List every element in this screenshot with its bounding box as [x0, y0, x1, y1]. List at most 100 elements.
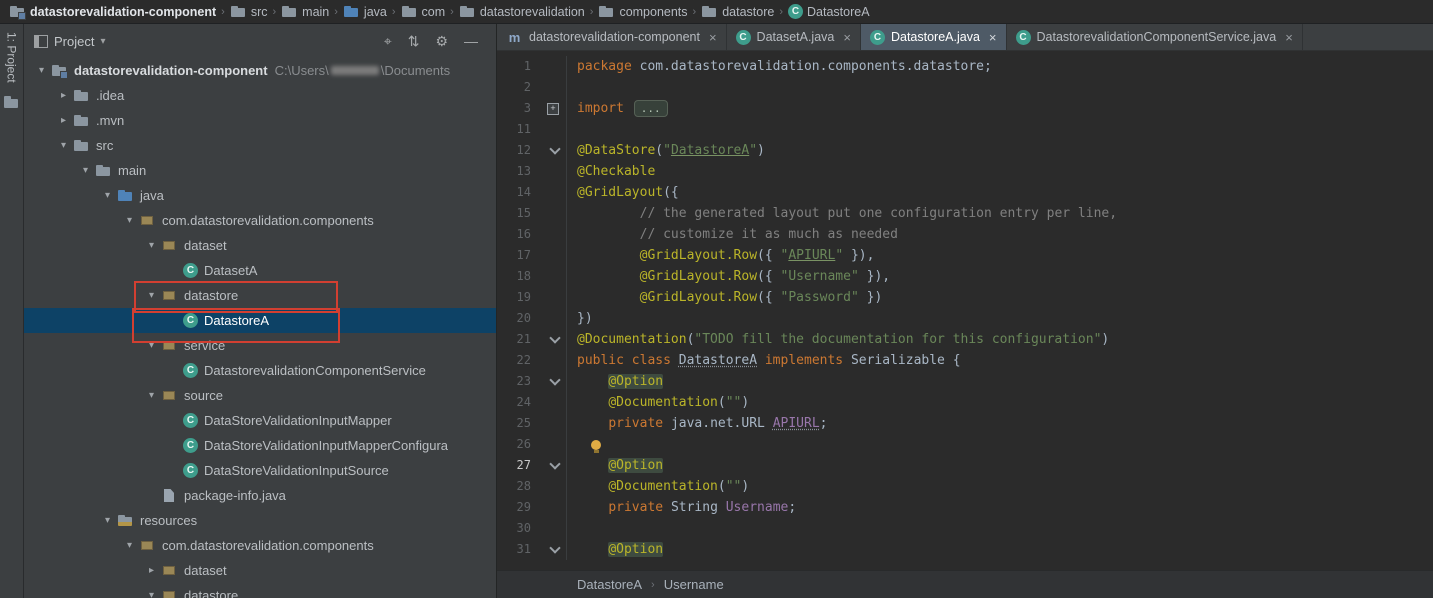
line-number[interactable]: 20: [497, 308, 531, 329]
code-line[interactable]: 27 @Option: [497, 455, 1433, 476]
code-line[interactable]: 31 @Option: [497, 539, 1433, 560]
tree-item-com.datastorevalidation.components[interactable]: ▾com.datastorevalidation.components: [24, 208, 496, 233]
line-number[interactable]: 1: [497, 56, 531, 77]
code-line[interactable]: 15 // the generated layout put one confi…: [497, 203, 1433, 224]
tree-item-package-info.java[interactable]: package-info.java: [24, 483, 496, 508]
settings-icon[interactable]: ⚙: [435, 33, 448, 50]
project-toolwindow-button[interactable]: 1: Project: [5, 32, 19, 83]
line-number[interactable]: 24: [497, 392, 531, 413]
breadcrumb-item-main[interactable]: main: [280, 4, 330, 19]
line-number[interactable]: 16: [497, 224, 531, 245]
tab-close-icon[interactable]: ×: [989, 30, 997, 45]
code-line[interactable]: 28 @Documentation(""): [497, 476, 1433, 497]
line-number[interactable]: 19: [497, 287, 531, 308]
expand-arrow-icon[interactable]: ▸: [56, 115, 71, 126]
collapse-arrow-icon[interactable]: ▾: [144, 340, 159, 351]
tree-item-dataset[interactable]: ▸dataset: [24, 558, 496, 583]
tree-item-com.datastorevalidation.components[interactable]: ▾com.datastorevalidation.components: [24, 533, 496, 558]
fold-marker-icon[interactable]: [531, 140, 567, 161]
collapse-arrow-icon[interactable]: ▾: [144, 240, 159, 251]
code-line[interactable]: 22public class DatastoreA implements Ser…: [497, 350, 1433, 371]
line-number[interactable]: 11: [497, 119, 531, 140]
line-number[interactable]: 30: [497, 518, 531, 539]
line-number[interactable]: 31: [497, 539, 531, 560]
code-line[interactable]: 23 @Option: [497, 371, 1433, 392]
breadcrumb-item-src[interactable]: src: [229, 4, 269, 19]
tree-item-datastorevalidationinputsource[interactable]: CDataStoreValidationInputSource: [24, 458, 496, 483]
breadcrumb-item-components[interactable]: components: [597, 4, 688, 19]
code-line[interactable]: 18 @GridLayout.Row({ "Username" }),: [497, 266, 1433, 287]
tree-item-dataset[interactable]: ▾dataset: [24, 233, 496, 258]
hide-icon[interactable]: —: [464, 33, 478, 50]
tree-item-datastore[interactable]: ▾datastore: [24, 283, 496, 308]
code-line[interactable]: 19 @GridLayout.Row({ "Password" }): [497, 287, 1433, 308]
project-view-title[interactable]: Project: [54, 34, 94, 49]
collapse-arrow-icon[interactable]: ▾: [144, 290, 159, 301]
tree-item-datastore[interactable]: ▾datastore: [24, 583, 496, 598]
folder-icon[interactable]: [3, 95, 20, 110]
code-line[interactable]: 12@DataStore("DatastoreA"): [497, 140, 1433, 161]
code-line[interactable]: 30: [497, 518, 1433, 539]
line-number[interactable]: 29: [497, 497, 531, 518]
code-line[interactable]: 20}): [497, 308, 1433, 329]
editor-tab-datastorea.java[interactable]: CDatastoreA.java×: [861, 24, 1007, 50]
tree-item-datastorevalidationcomponentservice[interactable]: CDatastorevalidationComponentService: [24, 358, 496, 383]
code-line[interactable]: 29 private String Username;: [497, 497, 1433, 518]
breadcrumb-item-datastorea[interactable]: CDatastoreA: [787, 4, 871, 19]
code-line[interactable]: 2: [497, 77, 1433, 98]
code-line[interactable]: 1package com.datastorevalidation.compone…: [497, 56, 1433, 77]
line-number[interactable]: 14: [497, 182, 531, 203]
tree-item-main[interactable]: ▾main: [24, 158, 496, 183]
tree-item-service[interactable]: ▾service: [24, 333, 496, 358]
fold-marker-icon[interactable]: [531, 329, 567, 350]
collapse-arrow-icon[interactable]: ▾: [144, 590, 159, 598]
tree-item-datastorevalidation-component[interactable]: ▾datastorevalidation-componentC:\Users\\…: [24, 58, 496, 83]
breadcrumb-item-datastore[interactable]: datastore: [700, 4, 775, 19]
collapse-arrow-icon[interactable]: ▾: [144, 390, 159, 401]
collapse-arrow-icon[interactable]: ▾: [100, 515, 115, 526]
breadcrumb-item-java[interactable]: java: [342, 4, 388, 19]
line-number[interactable]: 23: [497, 371, 531, 392]
fold-marker-icon[interactable]: [531, 455, 567, 476]
line-number[interactable]: 12: [497, 140, 531, 161]
code-line[interactable]: 24 @Documentation(""): [497, 392, 1433, 413]
fold-marker-icon[interactable]: [531, 539, 567, 560]
line-number[interactable]: 27: [497, 455, 531, 476]
expand-arrow-icon[interactable]: ▸: [144, 565, 159, 576]
fold-marker-icon[interactable]: +: [531, 98, 567, 119]
code-line[interactable]: 13@Checkable: [497, 161, 1433, 182]
chevron-down-icon[interactable]: ▾: [100, 36, 105, 47]
collapse-all-icon[interactable]: ⇅: [408, 33, 420, 50]
line-number[interactable]: 26: [497, 434, 531, 455]
collapse-arrow-icon[interactable]: ▾: [34, 65, 49, 76]
breadcrumb-item-datastorevalidation[interactable]: datastorevalidation: [458, 4, 586, 19]
tab-close-icon[interactable]: ×: [843, 30, 851, 45]
editor-tab-datastorevalidationcomponentservice.java[interactable]: CDatastorevalidationComponentService.jav…: [1007, 24, 1303, 50]
locate-icon[interactable]: ⌖: [384, 33, 392, 50]
code-line[interactable]: 11: [497, 119, 1433, 140]
breadcrumb-item-datastorevalidation-component[interactable]: datastorevalidation-component: [8, 4, 217, 19]
tree-item-source[interactable]: ▾source: [24, 383, 496, 408]
code-line[interactable]: 21@Documentation("TODO fill the document…: [497, 329, 1433, 350]
code-line[interactable]: 16 // customize it as much as needed: [497, 224, 1433, 245]
line-number[interactable]: 2: [497, 77, 531, 98]
tree-item-.idea[interactable]: ▸.idea: [24, 83, 496, 108]
code-editor[interactable]: 1package com.datastorevalidation.compone…: [497, 51, 1433, 570]
tab-close-icon[interactable]: ×: [1285, 30, 1293, 45]
tree-item-datastorevalidationinputmapper[interactable]: CDataStoreValidationInputMapper: [24, 408, 496, 433]
breadcrumb-item-com[interactable]: com: [400, 4, 447, 19]
editor-breadcrumb-datastorea[interactable]: DatastoreA: [577, 577, 642, 592]
tree-item-resources[interactable]: ▾resources: [24, 508, 496, 533]
collapse-arrow-icon[interactable]: ▾: [122, 215, 137, 226]
tree-item-dataseta[interactable]: CDatasetA: [24, 258, 496, 283]
tree-item-src[interactable]: ▾src: [24, 133, 496, 158]
collapse-arrow-icon[interactable]: ▾: [78, 165, 93, 176]
expand-arrow-icon[interactable]: ▸: [56, 90, 71, 101]
line-number[interactable]: 17: [497, 245, 531, 266]
intention-bulb-icon[interactable]: [591, 440, 601, 450]
editor-tab-datastorevalidation-component[interactable]: mdatastorevalidation-component×: [497, 24, 727, 50]
tab-close-icon[interactable]: ×: [709, 30, 717, 45]
tree-item-.mvn[interactable]: ▸.mvn: [24, 108, 496, 133]
collapse-arrow-icon[interactable]: ▾: [100, 190, 115, 201]
line-number[interactable]: 3: [497, 98, 531, 119]
